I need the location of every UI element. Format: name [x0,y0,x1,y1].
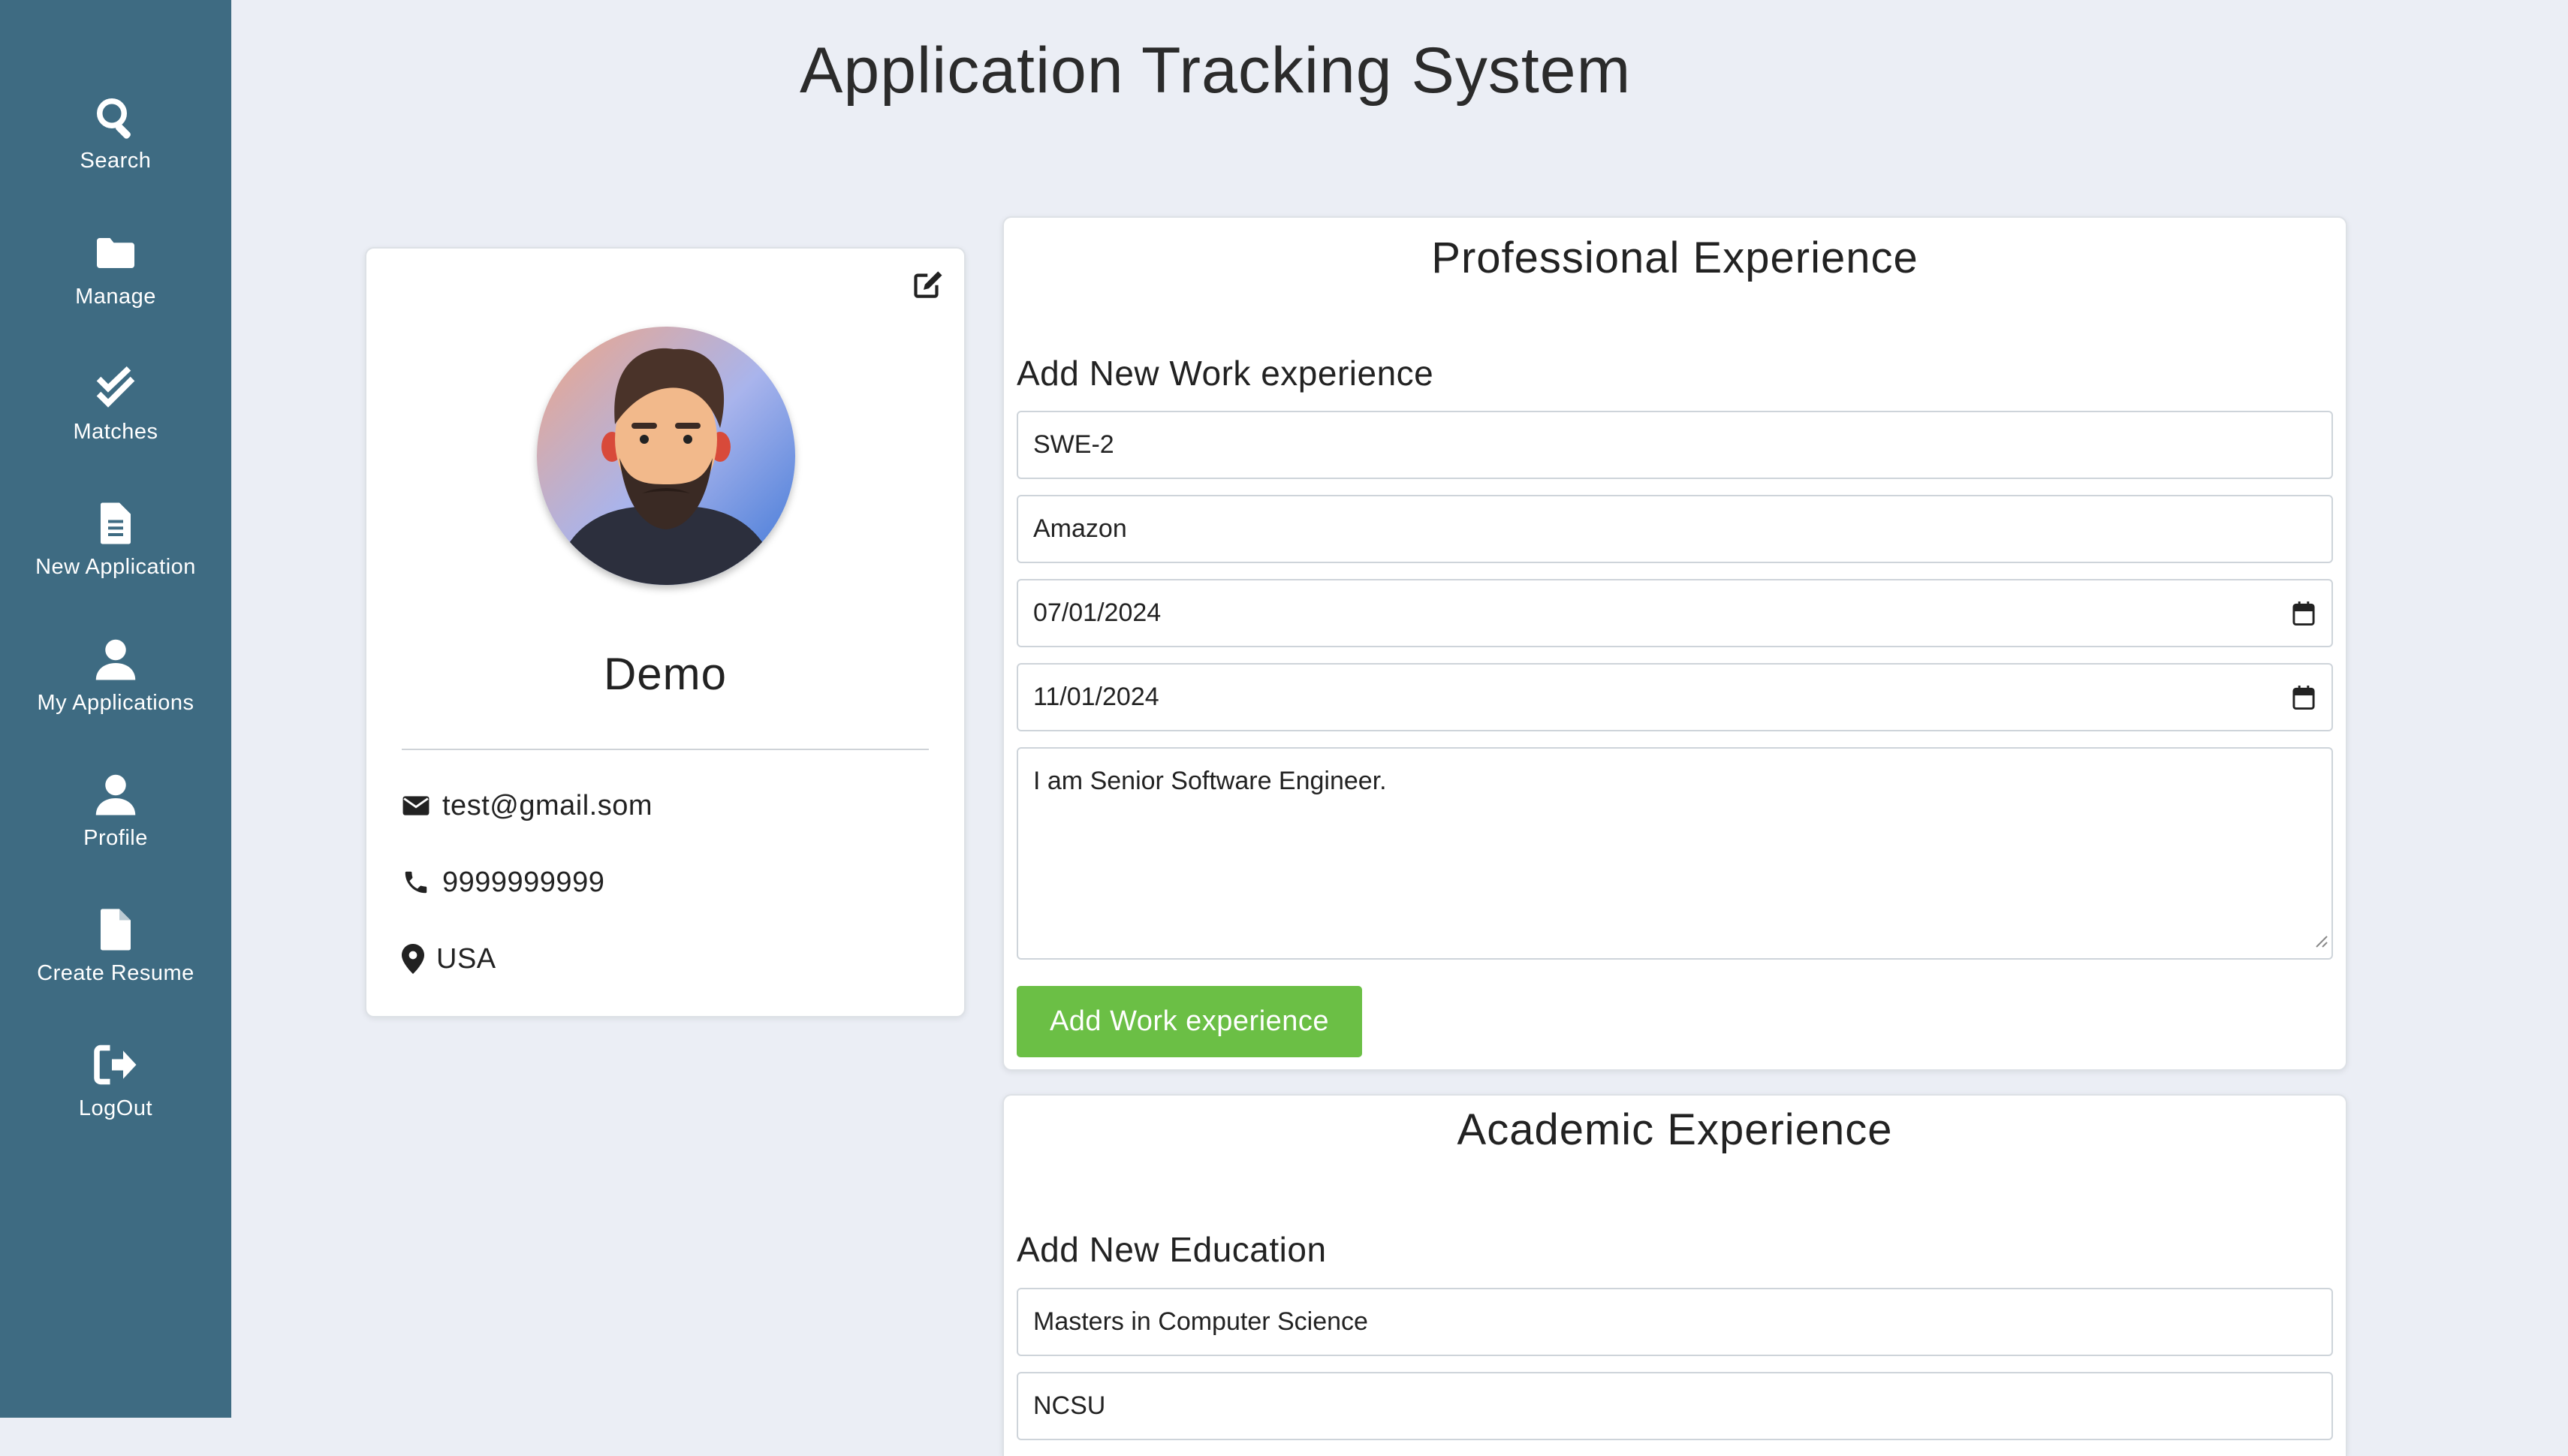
sidebar-item-label: Manage [75,285,156,309]
sidebar-item-matches[interactable]: Matches [0,366,231,478]
start-date-value: 07/01/2024 [1033,598,1162,627]
degree-input[interactable]: Masters in Computer Science [1017,1288,2333,1356]
email-text: test@gmail.som [442,789,653,821]
section-subtitle: Add New Education [1017,1230,1327,1269]
folder-icon [97,238,134,268]
calendar-icon[interactable] [2292,686,2315,716]
end-date-input[interactable]: 11/01/2024 [1017,663,2333,731]
section-title: Academic Experience [1457,1105,1893,1154]
sidebar-item-label: Matches [73,420,158,444]
sidebar-item-manage[interactable]: Manage [0,231,231,343]
sidebar-item-label: Create Resume [37,961,194,985]
double-check-icon [96,366,135,408]
user-icon [95,639,136,680]
sidebar-item-profile[interactable]: Profile [0,772,231,885]
avatar [537,327,795,585]
envelope-icon [402,796,430,815]
section-title: Professional Experience [1431,234,1918,282]
description-textarea[interactable]: I am Senior Software Engineer. [1017,747,2333,960]
edit-icon[interactable] [913,268,945,303]
location-text: USA [436,942,496,975]
divider [402,749,929,750]
sidebar-item-label: My Applications [37,691,194,715]
sidebar-item-label: Profile [83,826,148,850]
professional-experience-card: Professional Experience Add New Work exp… [1002,216,2347,1071]
logout-icon [94,1045,137,1085]
sidebar-item-search[interactable]: Search [0,95,231,207]
page-title: Application Tracking System [800,35,1632,107]
add-work-experience-button[interactable]: Add Work experience [1017,986,1362,1057]
sidebar-item-my-applications[interactable]: My Applications [0,637,231,749]
profile-name: Demo [603,649,728,699]
sidebar-item-label: LogOut [78,1096,153,1120]
file-icon [101,909,131,951]
email-row: test@gmail.som [402,785,653,827]
map-pin-icon [402,944,424,974]
user-icon [95,774,136,815]
search-icon [97,98,131,139]
calendar-icon[interactable] [2292,601,2315,632]
sidebar-item-logout[interactable]: LogOut [0,1042,231,1155]
resize-handle-icon[interactable] [2313,926,2328,955]
location-row: USA [402,938,496,980]
profile-card: Demo test@gmail.som 9999999999 USA [365,247,966,1017]
phone-icon [405,871,427,894]
academic-experience-card: Academic Experience Add New Education Ma… [1002,1094,2347,1456]
sidebar-item-new-application[interactable]: New Application [0,501,231,613]
job-title-input[interactable]: SWE-2 [1017,411,2333,479]
phone-row: 9999999999 [402,861,604,903]
phone-text: 9999999999 [442,866,605,898]
sidebar-item-label: Search [80,149,152,173]
company-input[interactable]: Amazon [1017,495,2333,563]
sidebar-item-label: New Application [35,555,196,579]
document-icon [101,502,131,544]
institution-input[interactable]: NCSU [1017,1372,2333,1440]
section-subtitle: Add New Work experience [1017,354,1434,393]
end-date-value: 11/01/2024 [1033,683,1159,711]
description-text: I am Senior Software Engineer. [1033,767,1387,795]
sidebar-item-create-resume[interactable]: Create Resume [0,907,231,1020]
sidebar: Search Manage Matches New Application My… [0,0,231,1418]
start-date-input[interactable]: 07/01/2024 [1017,579,2333,647]
